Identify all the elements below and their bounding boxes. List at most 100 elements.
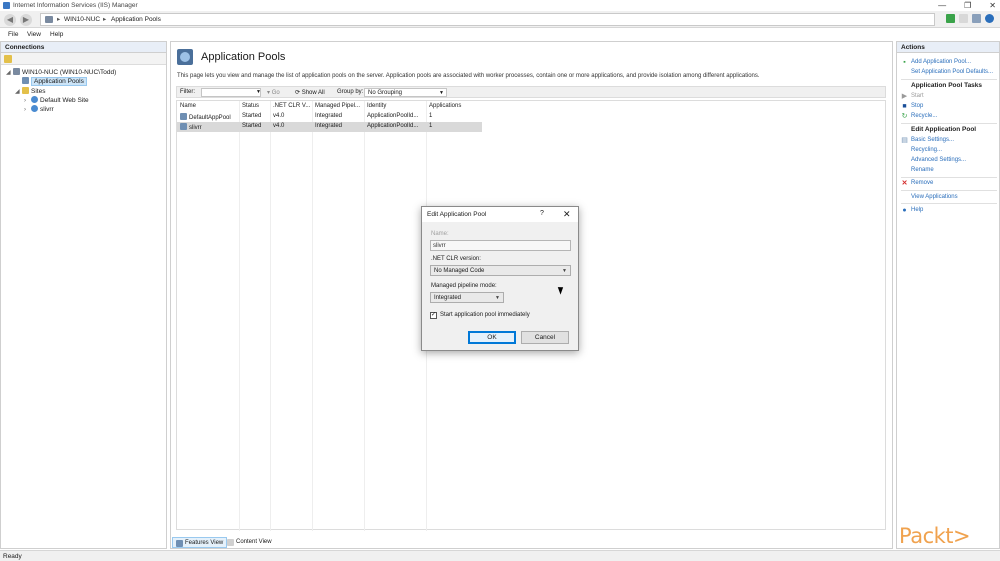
pool-tasks-header: Application Pool Tasks — [911, 82, 983, 89]
page-description: This page lets you view and manage the l… — [177, 73, 760, 79]
edit-application-pool-dialog: Edit Application Pool ? ✕ Name: slivrr .… — [421, 206, 579, 351]
forward-arrow-icon[interactable]: ▶ — [20, 14, 32, 26]
help-icon[interactable] — [985, 14, 994, 23]
tree-item-application-pools[interactable]: Application Pools — [15, 77, 87, 86]
edit-pool-header: Edit Application Pool — [911, 126, 977, 133]
actions-panel: Actions ▪ Add Application Pool... Set Ap… — [896, 41, 1000, 549]
divider — [901, 79, 997, 80]
filter-bar: Filter: ▼ ▾ Go ⟳ Show All Group by: No G… — [176, 86, 886, 98]
row-pipeline: Integrated — [315, 123, 343, 129]
menu-view[interactable]: View — [27, 31, 41, 38]
row-clr: v4.0 — [273, 123, 285, 129]
pipeline-mode-label: Managed pipeline mode: — [431, 283, 497, 289]
divider — [901, 190, 997, 191]
breadcrumb-app-pools[interactable]: Application Pools — [111, 16, 161, 23]
packt-watermark: Packt> — [899, 524, 971, 548]
save-icon[interactable] — [959, 14, 968, 23]
column-header-pipeline[interactable]: Managed Pipel... — [315, 103, 360, 109]
column-header-status[interactable]: Status — [242, 103, 259, 109]
chevron-down-icon: ▼ — [495, 295, 500, 301]
app-pool-icon — [180, 113, 187, 120]
group-by-value: No Grouping — [368, 90, 403, 96]
dialog-help-icon[interactable]: ? — [540, 210, 544, 217]
tab-content-view[interactable]: Content View — [224, 537, 275, 548]
advanced-settings-link[interactable]: Advanced Settings... — [911, 157, 966, 163]
menu-file[interactable]: File — [8, 31, 18, 38]
globe-icon — [31, 96, 38, 103]
start-link[interactable]: Start — [911, 93, 924, 99]
tree-item-label: Application Pools — [31, 77, 87, 86]
tree-item-default-web-site[interactable]: › Default Web Site — [24, 96, 89, 105]
collapse-icon[interactable]: ◢ — [15, 88, 22, 95]
recycle-link[interactable]: Recycle... — [911, 113, 937, 119]
row-pipeline: Integrated — [315, 113, 343, 119]
tab-features-view[interactable]: Features View — [172, 537, 228, 548]
app-pool-icon — [180, 123, 187, 130]
page-title: Application Pools — [201, 51, 286, 63]
tree-item-sites[interactable]: ◢ Sites — [15, 87, 45, 96]
back-arrow-icon[interactable]: ◀ — [4, 14, 16, 26]
stop-link[interactable]: Stop — [911, 103, 923, 109]
start-immediately-checkbox[interactable]: ✓ — [430, 312, 437, 319]
group-by-select[interactable]: No Grouping ▼ — [364, 88, 447, 97]
breadcrumb[interactable]: ▸ WIN10-NUC ▸ Application Pools — [40, 13, 935, 26]
expand-icon[interactable]: › — [24, 107, 31, 113]
column-divider — [364, 101, 365, 531]
close-window-button[interactable]: ✕ — [989, 1, 996, 10]
breadcrumb-server[interactable]: WIN10-NUC — [64, 16, 100, 23]
ok-button[interactable]: OK — [468, 331, 516, 344]
dialog-close-icon[interactable]: ✕ — [563, 209, 571, 220]
basic-settings-link[interactable]: Basic Settings... — [911, 137, 954, 143]
set-pool-defaults-link[interactable]: Set Application Pool Defaults... — [911, 69, 993, 75]
tree-item-server[interactable]: ◢ WIN10-NUC (WIN10-NUC\Todd) — [6, 68, 116, 77]
add-application-pool-link[interactable]: Add Application Pool... — [911, 59, 971, 65]
column-header-identity[interactable]: Identity — [367, 103, 386, 109]
rename-link[interactable]: Rename — [911, 167, 934, 173]
clr-version-select[interactable]: No Managed Code ▼ — [430, 265, 571, 276]
remove-link[interactable]: Remove — [911, 180, 933, 186]
app-pool-icon — [22, 77, 29, 84]
show-all-label: Show All — [301, 90, 325, 96]
collapse-icon[interactable]: ◢ — [6, 69, 13, 76]
chevron-down-icon: ▼ — [439, 90, 444, 96]
connections-panel: Connections ◢ WIN10-NUC (WIN10-NUC\Todd) … — [0, 41, 167, 549]
help-link[interactable]: Help — [911, 207, 923, 213]
column-header-applications[interactable]: Applications — [429, 103, 461, 109]
column-divider — [270, 101, 271, 531]
folder-icon[interactable] — [4, 55, 12, 63]
minimize-button[interactable]: — — [938, 1, 946, 10]
dialog-titlebar: Edit Application Pool ? ✕ — [422, 207, 578, 222]
dialog-title: Edit Application Pool — [427, 211, 487, 218]
filter-dropdown-icon[interactable]: ▼ — [256, 89, 261, 95]
filter-input[interactable] — [201, 88, 261, 97]
show-all-button[interactable]: ⟳ Show All — [295, 89, 325, 96]
row-status: Started — [242, 123, 262, 129]
name-field[interactable]: slivrr — [430, 240, 571, 251]
table-row[interactable]: DefaultAppPool Started v4.0 Integrated A… — [177, 112, 482, 122]
view-applications-link[interactable]: View Applications — [911, 194, 958, 200]
go-button[interactable]: ▾ Go — [267, 89, 280, 96]
pipeline-mode-select[interactable]: Integrated ▼ — [430, 292, 504, 303]
features-view-icon — [176, 540, 183, 547]
application-pools-icon — [177, 49, 193, 65]
column-header-clr[interactable]: .NET CLR V... — [273, 103, 310, 109]
connect-icon[interactable] — [946, 14, 955, 23]
stop-icon: ■ — [902, 103, 907, 110]
tree-item-slivrr[interactable]: › slivrr — [24, 105, 54, 114]
globe-icon — [31, 105, 38, 112]
row-name: DefaultAppPool — [189, 115, 231, 121]
tree-item-label: slivrr — [40, 106, 54, 113]
settings-icon: ▤ — [901, 137, 908, 144]
expand-icon[interactable]: › — [24, 98, 31, 104]
home-icon[interactable] — [972, 14, 981, 23]
maximize-button[interactable]: ❐ — [964, 1, 971, 10]
cancel-button[interactable]: Cancel — [521, 331, 569, 344]
recycling-link[interactable]: Recycling... — [911, 147, 942, 153]
actions-header: Actions — [897, 42, 999, 53]
filter-label: Filter: — [180, 89, 195, 95]
column-header-name[interactable]: Name — [180, 103, 196, 109]
menu-help[interactable]: Help — [50, 31, 63, 38]
pipeline-mode-value: Integrated — [434, 295, 462, 301]
server-icon — [13, 68, 20, 75]
table-row[interactable]: slivrr Started v4.0 Integrated Applicati… — [177, 122, 482, 132]
